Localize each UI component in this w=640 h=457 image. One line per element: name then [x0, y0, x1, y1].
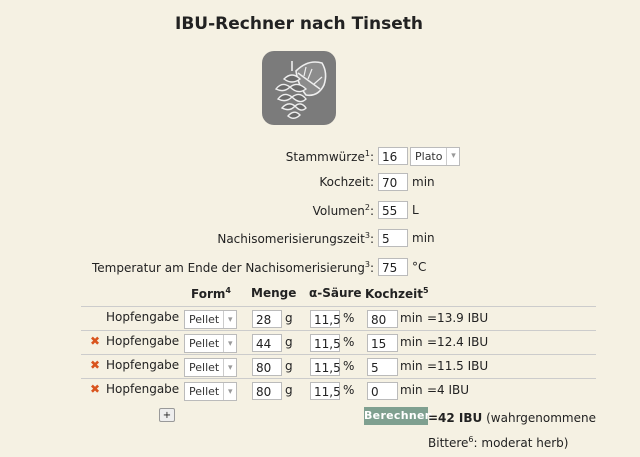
delete-icon[interactable]: ✖	[90, 382, 100, 396]
header-form: Form4	[191, 286, 231, 301]
hop-form-select[interactable]: Pellet ▾	[184, 334, 238, 353]
nachiso-input[interactable]: 5	[378, 229, 408, 247]
hop-kochzeit-input[interactable]: 5	[367, 358, 398, 376]
temperatur-unit: °C	[412, 260, 427, 274]
header-menge: Menge	[251, 286, 297, 300]
table-row: ✖ Hopfengabe Pellet ▾ 80 g 11,5% 5 min =11.5 IBU	[81, 354, 596, 379]
hop-kochzeit-input[interactable]: 0	[367, 382, 398, 400]
chevron-down-icon: ▾	[446, 147, 459, 165]
hop-kochzeit-unit: min	[400, 335, 423, 349]
hop-saeure-unit: %	[343, 359, 355, 373]
hop-label: Hopfengabe	[106, 310, 180, 324]
header-saeure: α-Säure	[309, 286, 362, 300]
nachiso-unit: min	[412, 231, 435, 245]
hop-ibu-result: =12.4 IBU	[427, 335, 489, 349]
hop-label: Hopfengabe	[106, 382, 180, 396]
temperatur-row: Temperatur am Ende der Nachisomerisierun…	[0, 257, 640, 277]
hop-ibu-result: =13.9 IBU	[427, 311, 489, 325]
volumen-label: Volumen2:	[312, 202, 374, 218]
kochzeit-unit: min	[412, 175, 435, 189]
hop-menge-unit: g	[285, 383, 293, 397]
kochzeit-row: Kochzeit: 70 min	[0, 172, 640, 192]
stammwuerze-input[interactable]: 16	[378, 147, 408, 165]
header-kochzeit: Kochzeit5	[365, 286, 429, 301]
hop-menge-input[interactable]: 80	[252, 358, 282, 376]
hop-ibu-result: =11.5 IBU	[427, 359, 489, 373]
page-title: IBU-Rechner nach Tinseth	[175, 14, 423, 34]
hop-menge-unit: g	[285, 359, 293, 373]
stammwuerze-row: Stammwürze1: 16 Plato ▾	[0, 146, 640, 166]
kochzeit-label: Kochzeit:	[319, 175, 374, 189]
hop-form-select[interactable]: Pellet ▾	[184, 382, 238, 401]
hop-saeure-input[interactable]: 11,5	[310, 310, 341, 328]
hop-menge-input[interactable]: 28	[252, 310, 282, 328]
calculate-button[interactable]: Berechnen	[364, 407, 433, 425]
hop-menge-unit: g	[285, 335, 293, 349]
hop-kochzeit-unit: min	[400, 383, 423, 397]
hop-saeure-unit: %	[343, 383, 355, 397]
chevron-down-icon: ▾	[223, 335, 236, 352]
hop-label: Hopfengabe	[106, 358, 180, 372]
add-hop-button[interactable]: +	[159, 408, 175, 422]
hop-menge-input[interactable]: 44	[252, 334, 282, 352]
delete-icon[interactable]: ✖	[90, 334, 100, 348]
nachiso-row: Nachisomerisierungszeit3: 5 min	[0, 228, 640, 248]
chevron-down-icon: ▾	[223, 311, 236, 328]
delete-icon[interactable]: ✖	[90, 358, 100, 372]
stammwuerze-unit-select[interactable]: Plato ▾	[410, 146, 461, 166]
temperatur-label: Temperatur am Ende der Nachisomerisierun…	[92, 259, 374, 275]
hop-form-select[interactable]: Pellet ▾	[184, 310, 238, 329]
table-row: ✖ Hopfengabe Pellet ▾ 80 g 11,5% 0 min =4 IBU	[81, 378, 596, 403]
hop-saeure-input[interactable]: 11,5	[310, 358, 341, 376]
nachiso-label: Nachisomerisierungszeit3:	[217, 230, 374, 246]
hop-label: Hopfengabe	[106, 334, 180, 348]
hop-menge-unit: g	[285, 311, 293, 325]
table-row: ✖ Hopfengabe Pellet ▾ 44 g 11,5% 15 min =12.4 IBU	[81, 330, 596, 355]
hop-form-select[interactable]: Pellet ▾	[184, 358, 238, 377]
volumen-unit: L	[412, 203, 419, 217]
hop-icon	[262, 51, 336, 125]
hop-menge-input[interactable]: 80	[252, 382, 282, 400]
hop-saeure-unit: %	[343, 335, 355, 349]
stammwuerze-label: Stammwürze1:	[285, 148, 374, 164]
chevron-down-icon: ▾	[223, 359, 236, 376]
volumen-input[interactable]: 55	[378, 201, 408, 219]
total-result: =42 IBU (wahrgenommene Bittere6: moderat…	[428, 411, 596, 450]
kochzeit-input[interactable]: 70	[378, 173, 408, 191]
chevron-down-icon: ▾	[223, 383, 236, 400]
hop-kochzeit-input[interactable]: 80	[367, 310, 398, 328]
temperatur-input[interactable]: 75	[378, 258, 408, 276]
hop-saeure-unit: %	[343, 311, 355, 325]
hop-kochzeit-input[interactable]: 15	[367, 334, 398, 352]
hop-saeure-input[interactable]: 11,5	[310, 334, 341, 352]
hop-kochzeit-unit: min	[400, 359, 423, 373]
hop-ibu-result: =4 IBU	[427, 383, 470, 397]
hop-kochzeit-unit: min	[400, 311, 423, 325]
hop-saeure-input[interactable]: 11,5	[310, 382, 341, 400]
table-row: Hopfengabe Pellet ▾ 28 g 11,5% 80 min =13.9 IBU	[81, 306, 596, 331]
volumen-row: Volumen2: 55 L	[0, 200, 640, 220]
